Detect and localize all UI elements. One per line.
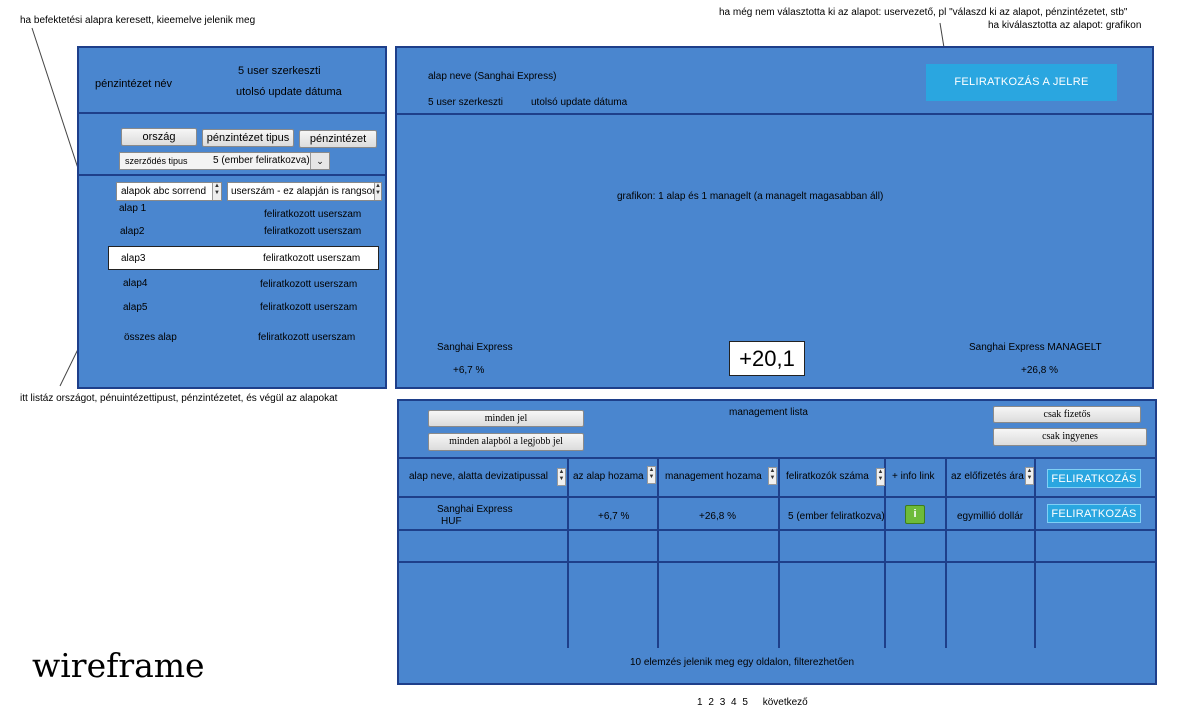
table-header-top [397, 457, 1157, 459]
chevron-down-icon[interactable]: ⌄ [310, 153, 329, 169]
spinner-icon[interactable]: ▲ ▼ [212, 183, 221, 200]
best-signal-button[interactable]: minden alapból a legjobb jel [428, 433, 584, 451]
users-edit-count: 5 user szerkeszti [428, 97, 504, 108]
row-mgmt-return: +26,8 % [699, 511, 736, 522]
institution-type-button[interactable]: pénzintézet tipus [202, 129, 294, 147]
contract-type-value: 5 (ember feliratkozva) [213, 155, 310, 166]
fund-item-name[interactable]: alap4 [123, 278, 147, 289]
fund-item-name[interactable]: összes alap [124, 332, 177, 343]
row-subscribe-button[interactable]: FELIRATKOZÁS [1047, 504, 1141, 523]
paid-only-button[interactable]: csak fizetős [993, 406, 1141, 423]
col-header-info: + info link [892, 471, 935, 482]
fund-item-subs: feliratkozott userszam [264, 209, 362, 220]
col-divider [657, 459, 659, 648]
row-divider [397, 561, 1157, 563]
row-divider [397, 529, 1157, 531]
page-link[interactable]: 2 [708, 697, 714, 708]
users-edit-count: 5 user szerkeszti [238, 65, 321, 77]
row-fund-return: +6,7 % [598, 511, 630, 522]
row-fund-name[interactable]: Sanghai Express [437, 504, 513, 515]
fund-item-subs: feliratkozott userszam [260, 279, 358, 290]
fund-item-highlighted[interactable]: alap3 feliratkozott userszam [108, 246, 379, 270]
sort-usercount-select[interactable]: userszám - ez alapján is rangsor ▲ ▼ [227, 182, 382, 201]
institution-button[interactable]: pénzintézet [299, 130, 377, 148]
difference-value: +20,1 [729, 341, 805, 376]
col-divider [1034, 459, 1036, 648]
last-update-date: utolsó update dátuma [531, 97, 628, 108]
spinner-icon[interactable]: ▲ ▼ [374, 183, 381, 200]
col-divider [778, 459, 780, 648]
page-link[interactable]: 3 [720, 697, 726, 708]
management-list-title: management lista [729, 407, 808, 418]
sort-usercount-label: userszám - ez alapján is rangsor [231, 186, 376, 197]
row-subscribers: 5 (ember feliratkozva) [788, 511, 885, 522]
contract-type-label: szerződés tipus [125, 156, 188, 166]
divider [77, 112, 387, 114]
table-header-bottom [397, 496, 1157, 498]
divider [77, 174, 387, 176]
col-header-subscribers: feliratkozók száma [786, 471, 869, 482]
chart-placeholder: grafikon: 1 alap és 1 managelt (a manage… [617, 191, 884, 202]
sort-icon[interactable]: ▲ ▼ [876, 468, 885, 486]
sort-abc-select[interactable]: alapok abc sorrend ▲ ▼ [116, 182, 222, 201]
fund-item-subs: feliratkozott userszam [263, 253, 361, 264]
row-price: egymillió dollár [957, 511, 1024, 522]
info-icon[interactable]: i [905, 505, 925, 524]
fund-item-subs: feliratkozott userszam [264, 226, 362, 237]
fund-item-name: alap3 [121, 253, 146, 264]
col-divider [884, 459, 886, 648]
header-subscribe-button[interactable]: FELIRATKOZÁS [1047, 469, 1141, 488]
sort-icon[interactable]: ▲ ▼ [647, 466, 656, 484]
page-link[interactable]: 1 [697, 697, 703, 708]
fund-item-name[interactable]: alap 1 [119, 203, 146, 214]
col-divider [567, 459, 569, 648]
fund-item-subs: feliratkozott userszam [258, 332, 356, 343]
col-header-fund-return: az alap hozama [573, 471, 644, 482]
col-header-mgmt-return: management hozama [665, 471, 762, 482]
fund-name: alap neve (Sanghai Express) [428, 71, 557, 82]
country-button[interactable]: ország [121, 128, 197, 146]
subscribe-signal-button[interactable]: FELIRATKOZÁS A JELRE [926, 64, 1117, 101]
fund-series-name: Sanghai Express [437, 342, 513, 353]
next-page-link[interactable]: következő [763, 697, 808, 708]
pagination: 1 2 3 4 5 következő [697, 697, 808, 708]
last-update-date: utolsó update dátuma [236, 86, 342, 98]
managed-return-value: +26,8 % [1021, 365, 1058, 376]
sort-icon[interactable]: ▲ ▼ [768, 467, 777, 485]
sort-abc-label: alapok abc sorrend [121, 186, 207, 197]
col-divider [945, 459, 947, 648]
page-link[interactable]: 5 [742, 697, 748, 708]
sort-icon[interactable]: ▲ ▼ [557, 468, 566, 486]
fund-item-name[interactable]: alap2 [120, 226, 144, 237]
divider [395, 113, 1154, 115]
fund-item-name[interactable]: alap5 [123, 302, 147, 313]
contract-type-select[interactable]: szerződés tipus 5 (ember feliratkozva) ⌄ [119, 152, 330, 170]
table-footer-note: 10 elemzés jelenik meg egy oldalon, filt… [630, 657, 855, 668]
fund-item-subs: feliratkozott userszam [260, 302, 358, 313]
fund-return-value: +6,7 % [453, 365, 485, 376]
row-fund-currency: HUF [441, 516, 462, 527]
free-only-button[interactable]: csak ingyenes [993, 428, 1147, 446]
page-link[interactable]: 4 [731, 697, 737, 708]
col-header-price: az előfizetés ára [951, 471, 1024, 482]
institution-name: pénzintézet név [95, 78, 173, 90]
managed-series-name: Sanghai Express MANAGELT [969, 342, 1102, 353]
all-signals-button[interactable]: minden jel [428, 410, 584, 427]
sort-icon[interactable]: ▲ ▼ [1025, 467, 1034, 485]
col-header-fund: alap neve, alatta devizatipussal [409, 471, 548, 482]
